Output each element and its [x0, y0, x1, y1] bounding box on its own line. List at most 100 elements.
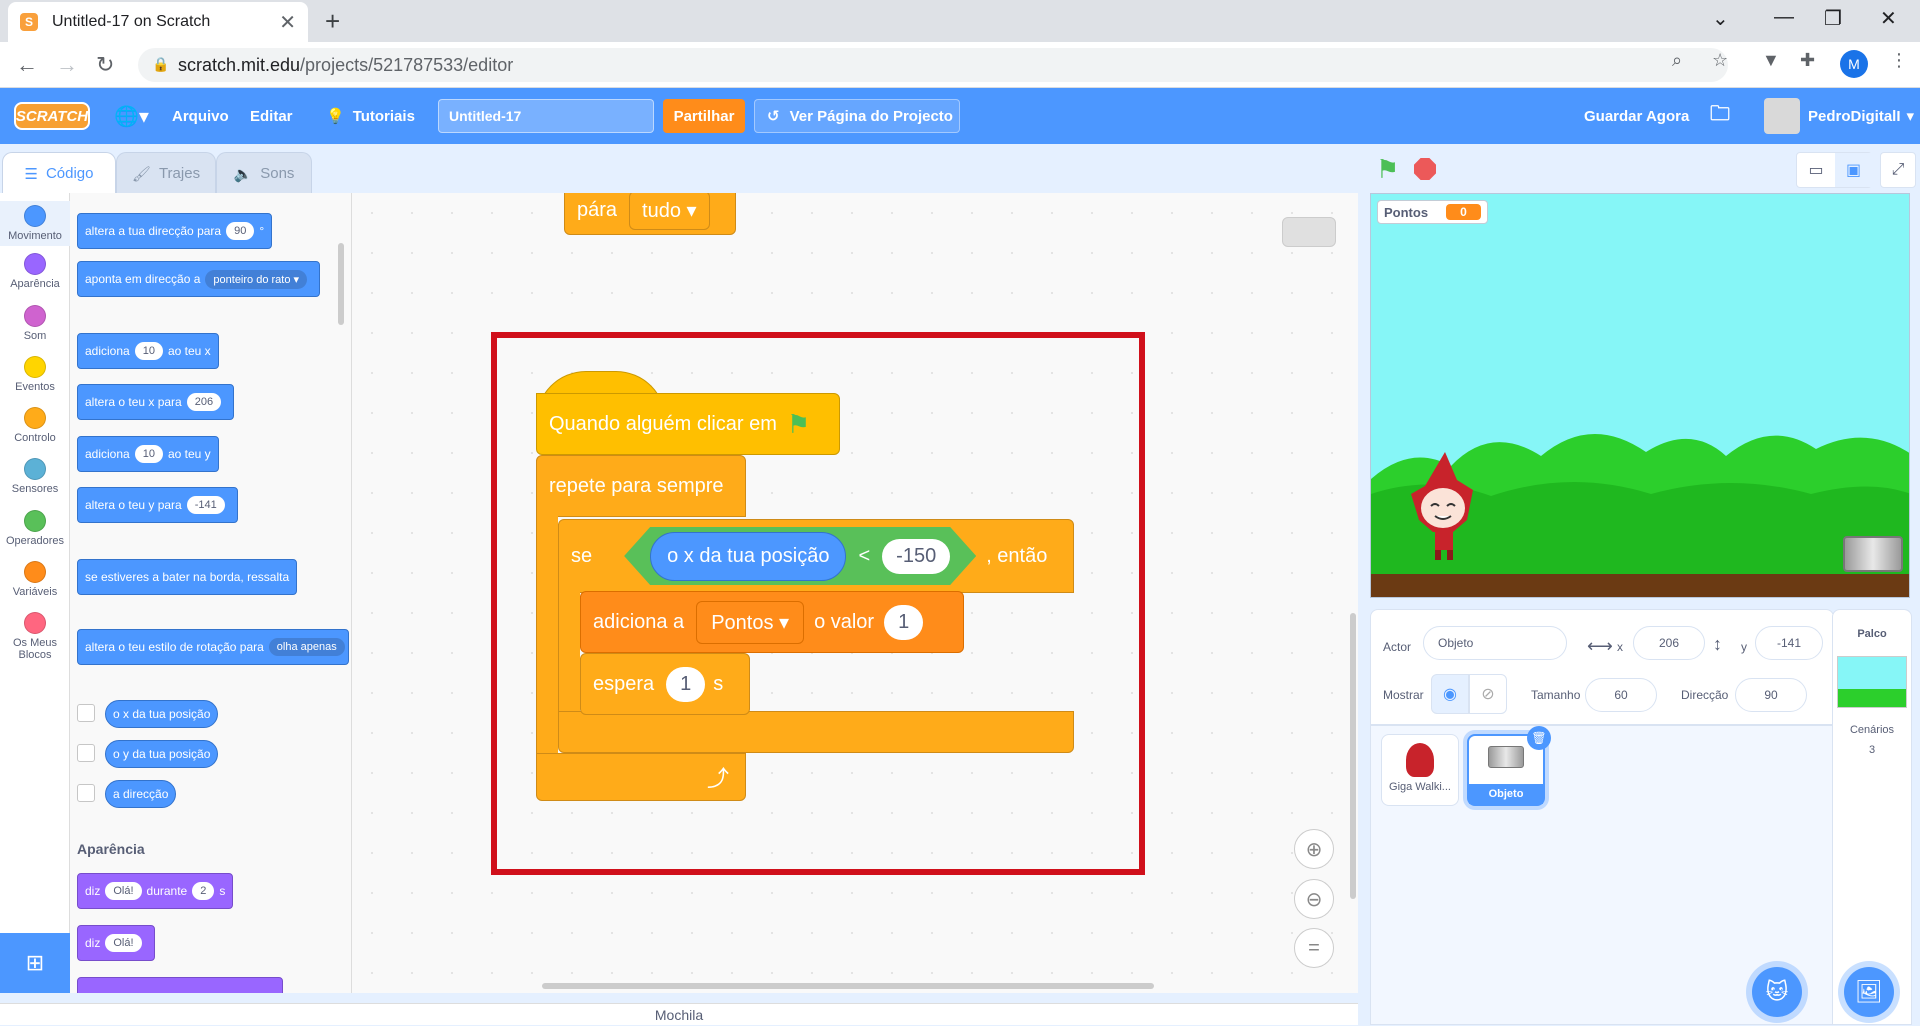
category-looks[interactable]: Aparência [0, 253, 70, 290]
block-input[interactable]: Olá! [105, 882, 142, 900]
show-sprite-eye-icon[interactable]: ◉ [1431, 674, 1469, 714]
stop-sign-icon[interactable] [1414, 158, 1436, 180]
back-icon[interactable]: ← [16, 52, 38, 78]
sprite-thumb-giga[interactable]: Giga Walki... [1381, 734, 1459, 806]
tab-code[interactable]: ☰ Código [2, 152, 116, 194]
block-input[interactable]: 2 [192, 882, 215, 900]
sprite-y-input[interactable]: -141 [1755, 626, 1823, 660]
minimize-icon[interactable]: — [1774, 6, 1794, 29]
wait-seconds-input[interactable]: 1 [666, 666, 706, 702]
project-title-input[interactable]: Untitled-17 [438, 99, 654, 133]
address-bar[interactable]: 🔒 scratch.mit.edu/projects/521787533/edi… [138, 48, 1728, 82]
backpack[interactable]: Mochila [0, 1003, 1358, 1025]
checkbox-direction[interactable] [77, 784, 95, 802]
palette-block-rotation-style[interactable]: altera o teu estilo de rotação para olha … [77, 629, 349, 665]
x-position-reporter[interactable]: o x da tua posição [650, 532, 846, 581]
checkbox-x-position[interactable] [77, 704, 95, 722]
palette-scrollbar[interactable] [338, 243, 344, 325]
variable-dropdown[interactable]: Pontos ▾ [696, 600, 805, 644]
tab-costumes[interactable]: 🖌 Trajes [116, 152, 216, 194]
save-now-button[interactable]: Guardar Agora [1584, 88, 1689, 144]
giga-sprite[interactable] [1405, 450, 1481, 562]
tutorials-button[interactable]: 💡 Tutoriais [326, 88, 415, 144]
close-tab-icon[interactable]: ✕ [279, 10, 296, 35]
workspace-h-scrollbar[interactable] [542, 983, 1154, 989]
sprite-thumb-objeto[interactable]: Objeto 🗑 [1467, 726, 1551, 806]
fullscreen-icon[interactable]: ⤢ [1880, 152, 1916, 188]
checkbox-y-position[interactable] [77, 744, 95, 762]
change-variable-block[interactable]: adiciona a Pontos ▾ o valor 1 [580, 591, 964, 653]
browser-menu-icon[interactable]: ⋮ [1890, 50, 1908, 71]
block-dropdown[interactable]: olha apenas [268, 638, 345, 656]
tab-sounds[interactable]: 🔈 Sons [216, 152, 312, 194]
stage-canvas[interactable]: Pontos 0 [1370, 193, 1910, 598]
code-workspace[interactable]: pára tudo ▾ Quando alguém clicar em ⚑ re… [352, 193, 1358, 993]
sprite-name-input[interactable]: Objeto [1423, 626, 1567, 660]
palette-block-say[interactable]: diz Olá! [77, 925, 155, 961]
palette-block-change-x[interactable]: adiciona 10 ao teu x [77, 333, 219, 369]
forward-icon[interactable]: → [56, 52, 78, 78]
puzzle-icon[interactable]: ✚ [1800, 50, 1815, 71]
category-events[interactable]: Eventos [0, 356, 70, 393]
zoom-out-icon[interactable]: ⊖ [1294, 879, 1334, 919]
category-operators[interactable]: Operadores [0, 510, 70, 547]
reset-zoom-icon[interactable]: = [1294, 928, 1334, 968]
less-than-operator[interactable]: o x da tua posição < -150 [624, 527, 976, 585]
sprite-direction-input[interactable]: 90 [1735, 678, 1807, 712]
block-input[interactable]: 10 [134, 342, 163, 360]
category-sensing[interactable]: Sensores [0, 458, 70, 495]
add-backdrop-icon[interactable]: 🖼 [1844, 967, 1894, 1017]
menu-file[interactable]: Arquivo [172, 88, 229, 144]
if-then-block[interactable]: se o x da tua posição < -150 , então [558, 519, 1074, 593]
category-my-blocks[interactable]: Os Meus Blocos [0, 612, 70, 661]
palette-block-change-y[interactable]: adiciona 10 ao teu y [77, 436, 219, 472]
when-flag-clicked-block[interactable]: Quando alguém clicar em ⚑ [536, 393, 840, 455]
delete-sprite-icon[interactable]: 🗑 [1527, 726, 1551, 750]
menu-edit[interactable]: Editar [250, 88, 293, 144]
block-input[interactable]: Olá! [105, 934, 142, 952]
object-sprite[interactable] [1843, 536, 1903, 572]
green-flag-icon[interactable]: ⚑ [1376, 154, 1399, 185]
block-input[interactable]: 10 [134, 445, 163, 463]
palette-block-set-x[interactable]: altera o teu x para 206 [77, 384, 235, 420]
change-value-input[interactable]: 1 [884, 604, 924, 640]
add-extension-icon[interactable]: ⊞ [0, 933, 70, 993]
block-input[interactable]: -141 [186, 496, 225, 514]
block-input[interactable]: 206 [186, 393, 222, 411]
category-motion[interactable]: Movimento [0, 201, 70, 246]
palette-block-point-towards[interactable]: aponta em direcção a ponteiro do rato ▾ [77, 261, 321, 297]
palette-block-point-direction[interactable]: altera a tua direcção para 90 ° [77, 213, 273, 249]
palette-reporter-x-position[interactable]: o x da tua posição [105, 700, 219, 728]
palette-block-bounce[interactable]: se estiveres a bater na borda, ressalta [77, 559, 298, 595]
small-stage-icon[interactable]: ▭ [1797, 153, 1835, 187]
zoom-icon[interactable]: ⌕ [1672, 50, 1682, 71]
palette-reporter-y-position[interactable]: o y da tua posição [105, 740, 219, 768]
reload-icon[interactable]: ↻ [96, 52, 114, 78]
hide-sprite-eye-icon[interactable]: ⊘ [1469, 674, 1507, 714]
extension-icon[interactable]: ▼ [1762, 50, 1780, 71]
bookmark-star-icon[interactable]: ☆ [1712, 50, 1728, 71]
normal-stage-icon[interactable]: ▣ [1835, 153, 1872, 187]
workspace-v-scrollbar[interactable] [1350, 613, 1356, 899]
stop-block[interactable]: pára tudo ▾ [564, 193, 736, 235]
my-stuff-folder-icon[interactable]: 🗀 [1710, 88, 1730, 144]
browser-tab[interactable]: S Untitled-17 on Scratch ✕ [8, 2, 308, 42]
compare-value-input[interactable]: -150 [882, 539, 950, 574]
profile-avatar[interactable]: M [1840, 50, 1868, 78]
stop-dropdown[interactable]: tudo ▾ [629, 193, 710, 230]
share-button[interactable]: Partilhar [663, 99, 745, 133]
block-dropdown[interactable]: ponteiro do rato ▾ [205, 269, 308, 289]
palette-block-think-for[interactable] [77, 977, 283, 993]
maximize-icon[interactable]: ❐ [1824, 6, 1842, 31]
palette-reporter-direction[interactable]: a direcção [105, 780, 177, 808]
language-globe-icon[interactable]: 🌐▾ [114, 88, 149, 144]
new-tab-icon[interactable]: + [325, 6, 340, 37]
palette-block-say-for[interactable]: diz Olá! durante 2 s [77, 873, 234, 909]
forever-block[interactable]: repete para sempre [536, 455, 746, 517]
user-avatar[interactable] [1764, 98, 1800, 134]
category-control[interactable]: Controlo [0, 407, 70, 444]
category-sound[interactable]: Som [0, 305, 70, 342]
block-input[interactable]: 90 [226, 222, 255, 240]
sprite-size-input[interactable]: 60 [1585, 678, 1657, 712]
project-page-button[interactable]: ↺ Ver Página do Projecto [754, 99, 960, 133]
